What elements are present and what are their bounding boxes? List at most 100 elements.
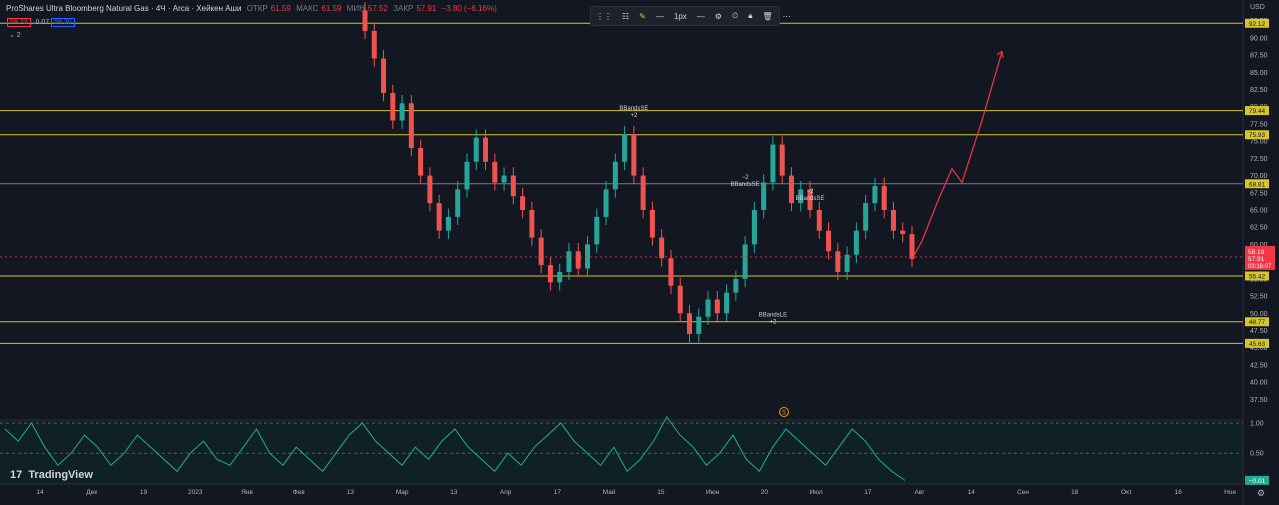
candle-body[interactable]: [853, 230, 859, 255]
close-label: ЗАКР: [393, 4, 414, 13]
candle-body[interactable]: [733, 278, 739, 293]
candle-body[interactable]: [649, 210, 655, 238]
candle-body[interactable]: [751, 210, 757, 245]
lock-icon[interactable]: 🔒︎: [743, 11, 757, 21]
more-icon[interactable]: ⋯: [778, 12, 796, 21]
level-price-label: 48.77: [1249, 319, 1266, 326]
open-value: 61.59: [270, 4, 291, 13]
candle-body[interactable]: [501, 175, 507, 183]
ask-price[interactable]: 58.30: [51, 18, 75, 27]
strategy-signal-sublabel: BBandsSE: [796, 196, 825, 202]
candle-body[interactable]: [900, 230, 906, 235]
indicators-collapse-toggle[interactable]: ⌄ 2: [9, 31, 21, 39]
symbol-legend[interactable]: ProShares Ultra Bloomberg Natural Gas · …: [6, 4, 500, 13]
chart-canvas[interactable]: 92.5090.0087.5085.0082.5080.0077.5075.00…: [0, 0, 1279, 505]
settings-gear-icon[interactable]: ⚙: [710, 12, 727, 21]
candle-body[interactable]: [557, 271, 563, 283]
candle-body[interactable]: [696, 316, 702, 334]
candle-body[interactable]: [445, 216, 451, 231]
candle-body[interactable]: [547, 265, 553, 283]
strategy-signal-label: −2: [807, 189, 815, 195]
candle-body[interactable]: [529, 210, 535, 238]
candle-body[interactable]: [826, 230, 832, 252]
candle-body[interactable]: [872, 185, 878, 204]
candle-body[interactable]: [890, 210, 896, 231]
bid-ask-tags[interactable]: 58.23 0.07 58.30: [7, 18, 78, 27]
candle-body[interactable]: [742, 244, 748, 279]
spread-value: 0.07: [35, 19, 50, 26]
candle-body[interactable]: [492, 161, 498, 183]
candle-body[interactable]: [585, 244, 591, 269]
template-icon[interactable]: ☷: [617, 12, 634, 21]
level-price-label: 45.63: [1249, 341, 1266, 348]
candle-body[interactable]: [510, 175, 516, 197]
candle-body[interactable]: [371, 30, 377, 59]
candle-body[interactable]: [631, 134, 637, 176]
candle-body[interactable]: [881, 185, 887, 210]
candle-body[interactable]: [770, 144, 776, 183]
candle-body[interactable]: [724, 292, 730, 314]
candle-body[interactable]: [455, 189, 461, 217]
price-tick-label: 72.50: [1250, 156, 1268, 163]
oscillator-tick-label: 0.50: [1250, 451, 1264, 458]
time-tick-label: 2023: [188, 489, 203, 496]
candle-body[interactable]: [566, 251, 572, 272]
candle-body[interactable]: [473, 137, 479, 162]
chart-settings-icon[interactable]: ⚙: [1257, 488, 1265, 499]
candle-body[interactable]: [594, 216, 600, 245]
candle-body[interactable]: [779, 144, 785, 176]
candle-body[interactable]: [575, 251, 581, 269]
line-dash-icon[interactable]: —: [692, 12, 710, 21]
price-tick-label: 42.50: [1250, 362, 1268, 369]
line-style-icon[interactable]: —: [651, 12, 669, 21]
level-price-label: 79.44: [1249, 108, 1266, 115]
low-label: МИН: [346, 4, 365, 13]
candle-body[interactable]: [761, 182, 767, 210]
candle-body[interactable]: [464, 161, 470, 190]
time-tick-label: Дек: [86, 489, 97, 496]
line-width-value[interactable]: 1px: [669, 12, 692, 21]
pencil-icon[interactable]: ✎: [634, 12, 651, 21]
candle-body[interactable]: [362, 10, 368, 31]
strategy-signal-label: BBandsLE: [759, 313, 787, 319]
candle-body[interactable]: [714, 299, 720, 314]
candle-body[interactable]: [483, 137, 489, 162]
time-tick-label: Ноя: [1224, 489, 1236, 496]
symbol-title[interactable]: ProShares Ultra Bloomberg Natural Gas · …: [6, 4, 241, 13]
candle-body[interactable]: [603, 189, 609, 217]
time-tick-label: 19: [140, 489, 148, 496]
candle-body[interactable]: [816, 210, 822, 231]
candle-body[interactable]: [436, 203, 442, 231]
candle-body[interactable]: [677, 285, 683, 314]
candle-body[interactable]: [427, 175, 433, 204]
candle-body[interactable]: [686, 313, 692, 334]
drag-handle-icon[interactable]: ⋮⋮: [591, 12, 617, 21]
price-tick-label: 62.50: [1250, 225, 1268, 232]
candle-body[interactable]: [418, 148, 424, 176]
forecast-arrow-path[interactable]: [911, 51, 1003, 260]
candle-body[interactable]: [408, 103, 414, 149]
bid-price[interactable]: 58.23: [7, 18, 31, 27]
candle-body[interactable]: [390, 92, 396, 121]
candle-body[interactable]: [705, 299, 711, 317]
candle-body[interactable]: [520, 196, 526, 210]
candle-body[interactable]: [659, 237, 665, 259]
oscillator-pane[interactable]: [0, 420, 1243, 484]
candle-body[interactable]: [863, 203, 869, 231]
candle-body[interactable]: [835, 251, 841, 272]
candle-body[interactable]: [381, 58, 387, 93]
candle-body[interactable]: [622, 134, 628, 162]
currency-label[interactable]: USD: [1250, 4, 1265, 11]
candle-body[interactable]: [399, 103, 405, 121]
candle-body[interactable]: [640, 175, 646, 210]
candle-body[interactable]: [788, 175, 794, 204]
candle-body[interactable]: [612, 161, 618, 190]
trash-icon[interactable]: 🗑︎: [757, 12, 777, 21]
level-price-label: 55.42: [1249, 273, 1266, 280]
candle-body[interactable]: [668, 258, 674, 286]
time-tick-label: 14: [36, 489, 44, 496]
current-price-label: 58.18: [1248, 249, 1265, 256]
alert-clock-icon[interactable]: ⏲: [727, 11, 743, 21]
price-tick-label: 50.00: [1250, 311, 1268, 318]
candle-body[interactable]: [538, 237, 544, 266]
